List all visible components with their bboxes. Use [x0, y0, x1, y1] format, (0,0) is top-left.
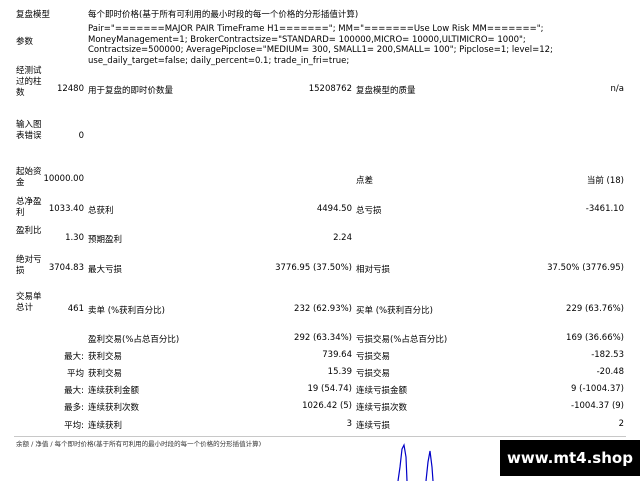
average-consecutive-prefix: 平均: — [64, 421, 84, 431]
spread-value: 当前 (18) — [586, 176, 624, 186]
profit-trades-label: 盈利交易(%占总百分比) — [88, 335, 180, 345]
average-consecutive-wins-value: 3 — [346, 419, 352, 429]
largest-prefix: 最大: — [64, 352, 84, 362]
average-consecutive-wins-label: 连续获利 — [88, 421, 123, 431]
relative-drawdown-label: 相对亏损 — [356, 265, 391, 275]
bars-value: 12480 — [56, 84, 84, 94]
largest-loss-value: -182.53 — [591, 350, 624, 360]
ticks-label: 用于复盘的即时价数量 — [88, 86, 174, 96]
average-profit-value: 15.39 — [327, 367, 352, 377]
quality-label: 复盘模型的质量 — [356, 86, 416, 96]
consecutive-wins-money-value: 19 (54.74) — [307, 384, 352, 394]
params-label: 参数 — [16, 37, 34, 47]
bars-label: 经测试过的柱数 — [16, 66, 42, 98]
consecutive-loss-count-value: -1004.37 (9) — [571, 401, 624, 411]
average-loss-label: 亏损交易 — [356, 369, 391, 379]
model-label: 复盘模型 — [16, 10, 51, 20]
consecutive-losses-money-value: 9 (-1004.37) — [571, 384, 624, 394]
short-positions-label: 卖单 (%获利百分比) — [88, 306, 165, 316]
gross-loss-label: 总亏损 — [356, 206, 382, 216]
largest-loss-label: 亏损交易 — [356, 352, 391, 362]
net-profit-value: 1033.40 — [48, 204, 84, 214]
average-consecutive-losses-label: 连续亏损 — [356, 421, 391, 431]
quality-value: n/a — [610, 84, 624, 94]
long-positions-value: 229 (63.76%) — [566, 304, 624, 314]
largest-profit-value: 739.64 — [322, 350, 352, 360]
largest-profit-label: 获利交易 — [88, 352, 123, 362]
deposit-value: 10000.00 — [43, 174, 84, 184]
max-drawdown-label: 最大亏损 — [88, 265, 123, 275]
gross-loss-value: -3461.10 — [585, 204, 624, 214]
consecutive-losses-money-label: 连续亏损金额 — [356, 386, 408, 396]
spread-label: 点差 — [356, 176, 374, 186]
expected-payoff-label: 预期盈利 — [88, 235, 123, 245]
max-drawdown-value: 3776.95 (37.50%) — [275, 263, 352, 273]
most-consecutive-prefix: 最多: — [64, 403, 84, 413]
consecutive-profit-count-value: 1026.42 (5) — [302, 401, 352, 411]
profit-trades-value: 292 (63.34%) — [294, 333, 352, 343]
consecutive-profit-count-label: 连续获利次数 — [88, 403, 140, 413]
consecutive-wins-money-label: 连续获利金额 — [88, 386, 140, 396]
watermark: www.mt4.shop — [500, 440, 640, 476]
params-value: Pair="=======MAJOR PAIR TimeFrame H1====… — [88, 24, 556, 66]
balance-curve — [397, 443, 434, 481]
consecutive-loss-count-label: 连续亏损次数 — [356, 403, 408, 413]
average-prefix: 平均 — [66, 369, 84, 379]
average-loss-value: -20.48 — [596, 367, 624, 377]
relative-drawdown-value: 37.50% (3776.95) — [547, 263, 624, 273]
long-positions-label: 买单 (%获利百分比) — [356, 306, 433, 316]
gross-profit-value: 4494.50 — [316, 204, 352, 214]
profit-factor-value: 1.30 — [65, 233, 84, 243]
model-value: 每个即时价格(基于所有可利用的最小时段的每一个价格的分形插值计算) — [88, 10, 359, 20]
short-positions-value: 232 (62.93%) — [294, 304, 352, 314]
loss-trades-label: 亏损交易(%占总百分比) — [356, 335, 448, 345]
ticks-value: 15208762 — [308, 84, 352, 94]
total-trades-value: 461 — [67, 304, 84, 314]
average-profit-label: 获利交易 — [88, 369, 123, 379]
loss-trades-value: 169 (36.66%) — [566, 333, 624, 343]
gross-profit-label: 总获利 — [88, 206, 114, 216]
average-consecutive-losses-value: 2 — [618, 419, 624, 429]
expected-payoff-value: 2.24 — [333, 233, 352, 243]
errors-value: 0 — [78, 131, 84, 141]
absolute-drawdown-value: 3704.83 — [48, 263, 84, 273]
max-consecutive-prefix: 最大: — [64, 386, 84, 396]
